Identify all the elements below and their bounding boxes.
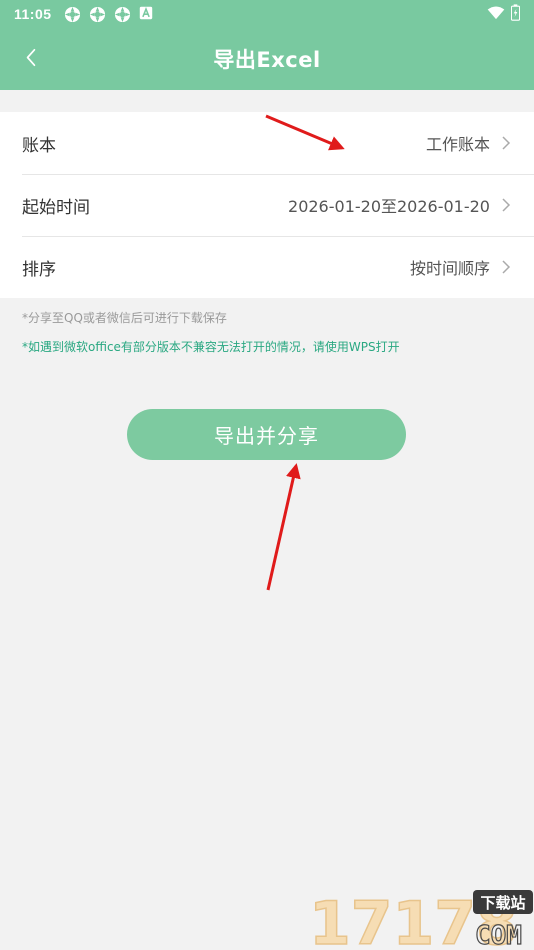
wifi-icon [487, 5, 505, 23]
sort-order-value: 按时间顺序 [409, 259, 490, 278]
date-range-value: 2026-01-20至2026-01-20 [288, 197, 490, 216]
site-watermark: 17178 下载站 COM [305, 880, 534, 950]
export-settings-list: 账本 工作账本 起始时间 2026-01-20至2026-01-20 排序 按时… [0, 112, 534, 298]
export-and-share-button[interactable]: 导出并分享 [127, 409, 406, 460]
back-arrow-icon [25, 48, 37, 71]
date-range-label: 起始时间 [22, 197, 90, 218]
notification-app-icon [89, 6, 106, 23]
battery-icon [510, 4, 521, 24]
watermark-domain: COM [475, 921, 522, 950]
app-bar: 导出Excel [0, 28, 534, 90]
chevron-right-icon [500, 197, 512, 213]
notification-icons [64, 6, 156, 23]
notification-app-icon [64, 6, 81, 23]
ledger-value: 工作账本 [425, 135, 490, 154]
export-excel-screen: 11:05 导出Excel 账本 工作账本 起始时间 2026-01-20至20… [0, 0, 534, 950]
export-notes: *分享至QQ或者微信后可进行下载保存 *如遇到微软office有部分版本不兼容无… [22, 309, 522, 355]
back-button[interactable] [14, 42, 48, 76]
sort-order-row[interactable]: 排序 按时间顺序 [0, 236, 534, 298]
font-app-icon [139, 6, 156, 23]
compat-tip: *如遇到微软office有部分版本不兼容无法打开的情况，请使用WPS打开 [22, 340, 400, 354]
watermark-tag: 下载站 [480, 894, 525, 912]
annotation-arrow-export [266, 463, 301, 591]
status-time: 11:05 [14, 6, 52, 22]
share-tip: *分享至QQ或者微信后可进行下载保存 [22, 311, 227, 325]
ledger-row[interactable]: 账本 工作账本 [0, 112, 534, 174]
system-status-icons [487, 4, 521, 24]
chevron-right-icon [500, 259, 512, 275]
date-range-row[interactable]: 起始时间 2026-01-20至2026-01-20 [0, 174, 534, 236]
notification-app-icon [114, 6, 131, 23]
status-bar: 11:05 [0, 0, 534, 28]
chevron-right-icon [500, 135, 512, 151]
ledger-label: 账本 [22, 135, 56, 156]
page-title: 导出Excel [213, 48, 321, 72]
sort-order-label: 排序 [22, 259, 56, 280]
